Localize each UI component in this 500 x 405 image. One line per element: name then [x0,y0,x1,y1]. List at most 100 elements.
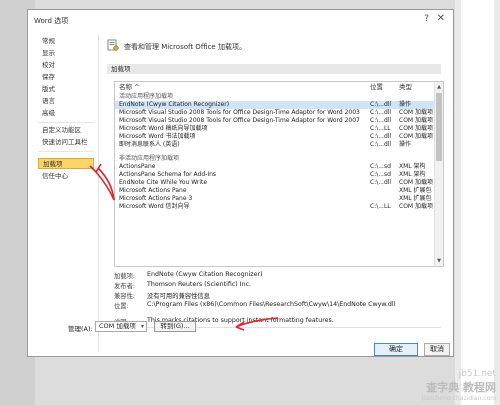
table-row[interactable]: Microsoft Visual Studio 2008 Tools for O… [115,109,435,117]
table-cell-name: Microsoft Word 书法加载项 [119,133,196,140]
sidebar-item-quick-access[interactable]: 快速访问工具栏 [38,137,94,148]
detail-value: Thomson Reuters (Scientific) Inc. [147,281,252,288]
table-scrollbar[interactable]: ▲ ▼ [434,82,443,266]
options-sidebar: 常规 显示 校对 保存 版式 语言 高级 自定义功能区 快速访问工具栏 加载项 … [34,34,99,352]
watermark: jb51.net 查字典 教程网 jiaocheng.chazidian.com [422,369,496,402]
sidebar-item-proofing[interactable]: 校对 [38,60,94,71]
detail-publisher: 发布者: Thomson Reuters (Scientific) Inc. [114,281,434,290]
detail-label: 发布者: [114,283,136,290]
sidebar-item-display[interactable]: 显示 [38,48,94,59]
table-cell-name: EndNote (Cwyw Citation Recognizer) [119,101,230,108]
table-cell-location: C:\...dll [370,117,392,124]
table-cell-name: Microsoft Visual Studio 2008 Tools for O… [119,109,360,116]
scroll-thumb[interactable] [436,93,442,161]
table-row[interactable]: Microsoft Actions Pane XML 扩展包 [115,187,435,195]
table-row[interactable]: 即时消息联系人 (英语) C:\...dll 操作 [115,141,435,149]
title-bar: Word 选项 ? ✕ [28,10,453,30]
sidebar-item-addins[interactable]: 加载项 [38,158,94,169]
table-cell-type: COM 加载项 [399,125,433,132]
document-page [461,0,494,405]
table-group-header: 非活动应用程序加载项 [115,155,435,163]
sidebar-item-general[interactable]: 常规 [38,36,94,47]
panel-description: 查看和管理 Microsoft Office 加载项。 [124,43,246,51]
table-cell-location: C:\...sd [370,171,391,178]
manage-select[interactable]: COM 加载项 ▾ [95,321,147,332]
sidebar-item-save[interactable]: 保存 [38,72,94,83]
table-row[interactable]: Microsoft Word 稿纸向导加载项 C:\...LL COM 加载项 [115,125,435,133]
sidebar-item-customize-ribbon[interactable]: 自定义功能区 [38,125,94,136]
table-cell-name: Microsoft Visual Studio 2008 Tools for O… [119,117,360,124]
table-cell-name: Microsoft Word 稿纸向导加载项 [119,125,208,132]
detail-label: 加载项: [114,273,136,280]
sidebar-item-language[interactable]: 语言 [38,96,94,107]
table-row[interactable]: EndNote Cite While You Write C:\...dll COM… [115,179,435,187]
detail-value: EndNote (Cwyw Citation Recognizer) [147,271,263,278]
scroll-up-icon[interactable]: ▲ [436,84,442,90]
table-cell-name: ActionsPane Schema for Add-Ins [119,171,217,178]
table-cell-name: 非活动应用程序加载项 [119,155,180,162]
table-cell-type: COM 加载项 [399,203,433,210]
table-cell-name: ActionsPane [119,163,156,170]
table-row[interactable]: Microsoft Word 书法加载项 C:\...dll COM 加载项 [115,133,435,141]
table-row[interactable]: EndNote (Cwyw Citation Recognizer) C:\...… [115,101,435,109]
sidebar-divider [38,151,94,152]
table-cell-location: C:\...LL [370,203,391,210]
sidebar-item-advanced[interactable]: 高级 [38,108,94,119]
watermark-line: 查字典 教程网 [426,381,496,394]
detail-compatibility: 兼容性: 没有可用的兼容性信息 [114,291,434,300]
manage-label: 管理(A): [68,325,93,333]
table-cell-type: XML 扩展包 [399,187,432,194]
ok-button[interactable]: 确定 [374,343,418,356]
watermark-line: jb51.net [458,369,496,379]
background-document [455,0,500,405]
table-cell-type: XML 扩展包 [399,195,432,202]
detail-label: 兼容性: [114,293,136,300]
scroll-down-icon[interactable]: ▼ [436,258,442,264]
column-header-name[interactable]: 名称 ^ [119,82,140,93]
detail-label: 位置: [114,303,129,310]
addins-header-icon [107,39,119,51]
addins-panel: 查看和管理 Microsoft Office 加载项。 加载项 名称 ^ 位置 … [102,34,447,352]
table-cell-name: Microsoft Actions Pane 3 [119,195,193,202]
table-cell-name: Microsoft Word 信封向导 [119,203,190,210]
chevron-down-icon: ▾ [140,323,144,330]
sidebar-divider [38,122,94,123]
table-cell-location: C:\...dll [370,109,392,116]
detail-location: 位置: C:\Program Files (x86)\Common Files\… [114,301,434,310]
table-cell-name: 即时消息联系人 (英语) [119,141,180,148]
close-icon[interactable]: ✕ [437,13,445,24]
go-button[interactable]: 转到(G)... [154,321,196,332]
window-title: Word 选项 [34,17,69,25]
table-cell-location: C:\...LL [370,125,391,132]
column-header-location[interactable]: 位置 [370,82,383,93]
table-cell-location: C:\...dll [370,133,392,140]
detail-value: 没有可用的兼容性信息 [147,293,210,300]
table-row[interactable]: Microsoft Word 信封向导 C:\...LL COM 加载项 [115,203,435,211]
table-cell-type: COM 加载项 [399,133,433,140]
table-row[interactable]: Microsoft Visual Studio 2008 Tools for O… [115,117,435,125]
column-header-type[interactable]: 类型 [399,82,412,93]
table-cell-name: Microsoft Actions Pane [119,187,187,194]
table-row[interactable]: ActionsPane Schema for Add-Ins C:\...sd XM… [115,171,435,179]
table-cell-location: C:\...dll [370,101,392,108]
table-cell-type: COM 加载项 [399,117,433,124]
table-cell-location: C:\...dll [370,179,392,186]
sidebar-item-trust-center[interactable]: 信任中心 [38,171,94,182]
watermark-line: jiaocheng.chazidian.com [421,395,496,402]
cancel-button[interactable]: 取消 [424,343,450,356]
table-cell-type: COM 加载项 [399,179,433,186]
table-cell-type: 操作 [399,101,412,108]
table-cell-type: COM 加载项 [399,109,433,116]
table-group-header: 活动应用程序加载项 [115,93,435,101]
word-options-dialog: Word 选项 ? ✕ 常规 显示 校对 保存 版式 语言 高级 自定义功能区 … [27,9,454,357]
detail-value: C:\Program Files (x86)\Common Files\Rese… [147,301,396,308]
help-icon[interactable]: ? [424,14,429,24]
detail-addin: 加载项: EndNote (Cwyw Citation Recognizer) [114,271,434,280]
table-row[interactable]: ActionsPane C:\...sd XML 架构 [115,163,435,171]
table-cell-type: 操作 [399,141,412,148]
table-cell-name: EndNote Cite While You Write [119,179,208,186]
sidebar-item-layout[interactable]: 版式 [38,84,94,95]
table-row[interactable]: Microsoft Actions Pane 3 XML 扩展包 [115,195,435,203]
table-cell-type: XML 架构 [399,163,426,170]
table-cell-location: C:\...sd [370,163,391,170]
